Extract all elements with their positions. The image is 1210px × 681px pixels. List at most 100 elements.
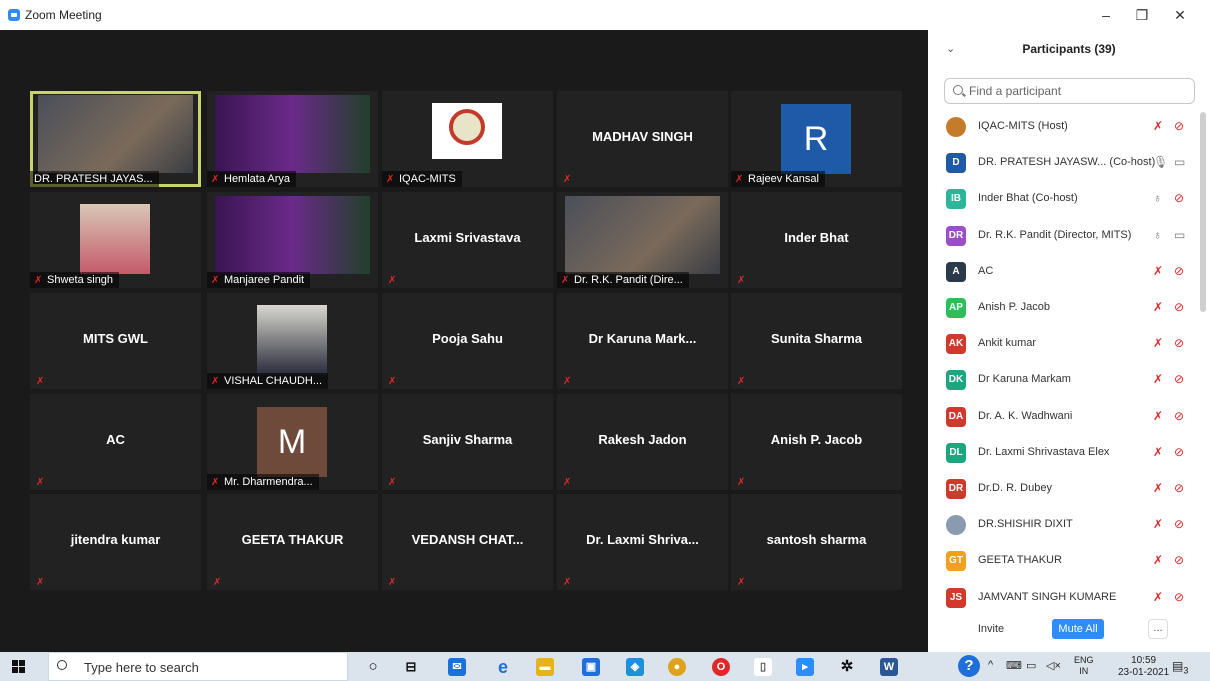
edge-browser-icon[interactable]: e	[494, 658, 512, 676]
mic-muted-icon[interactable]: ✗	[1153, 336, 1163, 350]
mic-muted-icon[interactable]: ✗	[1153, 553, 1163, 567]
participant-row[interactable]: IQAC-MITS (Host) ✗ ⊘	[928, 110, 1198, 146]
video-tile[interactable]: MADHAV SINGH ✗	[557, 91, 728, 187]
video-tile[interactable]: ✗ Dr. R.K. Pandit (Dire...	[557, 192, 728, 288]
mic-muted-icon[interactable]: ✗	[1153, 481, 1163, 495]
participant-name: DR. PRATESH JAYAS...	[34, 173, 153, 185]
video-tile[interactable]: Inder Bhat ✗	[731, 192, 902, 288]
language-indicator[interactable]: ENG IN	[1074, 655, 1094, 677]
video-tile[interactable]: ✗ VISHAL CHAUDH...	[207, 293, 378, 389]
mic-muted-icon[interactable]: ✗	[1153, 119, 1163, 133]
participant-row[interactable]: DR Dr. R.K. Pandit (Director, MITS) ♁ ▭	[928, 219, 1198, 255]
video-tile[interactable]: DR. PRATESH JAYAS...	[30, 91, 201, 187]
zoom-app-icon[interactable]: ▸	[796, 658, 814, 676]
participant-row[interactable]: DL Dr. Laxmi Shrivastava Elex ✗ ⊘	[928, 436, 1198, 472]
mic-muted-icon[interactable]: ✗	[1153, 517, 1163, 531]
restore-button[interactable]: ❐	[1128, 4, 1156, 26]
participant-row[interactable]: D DR. PRATESH JAYASW... (Co-host) 🎙 ▭	[928, 146, 1198, 182]
notification-center-icon[interactable]: ▤3	[1172, 659, 1188, 675]
video-tile[interactable]: Rakesh Jadon ✗	[557, 394, 728, 490]
video-tile[interactable]: Sanjiv Sharma ✗	[382, 394, 553, 490]
camera-off-icon[interactable]: ⊘	[1174, 264, 1184, 278]
mic-muted-icon[interactable]: ✗	[1153, 409, 1163, 423]
video-tile[interactable]: AC ✗	[30, 394, 201, 490]
video-tile[interactable]: Dr Karuna Mark... ✗	[557, 293, 728, 389]
mic-muted-icon[interactable]: ✗	[1153, 590, 1163, 604]
participant-search-input[interactable]: Find a participant	[944, 78, 1195, 104]
participant-row[interactable]: GT GEETA THAKUR ✗ ⊘	[928, 544, 1198, 580]
mute-all-button[interactable]: Mute All	[1052, 619, 1104, 639]
video-tile[interactable]: R ✗ Rajeev Kansal	[731, 91, 902, 187]
mic-icon[interactable]: ♁	[1153, 228, 1162, 242]
windows-start-icon[interactable]	[12, 660, 26, 674]
task-view-icon[interactable]: ⊟	[402, 658, 420, 676]
participant-row[interactable]: A AC ✗ ⊘	[928, 255, 1198, 291]
cortana-icon[interactable]: ○	[364, 658, 382, 676]
camera-off-icon[interactable]: ⊘	[1174, 191, 1184, 205]
video-tile[interactable]: santosh sharma ✗	[731, 494, 902, 590]
help-question-icon[interactable]: ?	[958, 655, 980, 677]
volume-icon[interactable]: ◁×	[1046, 659, 1061, 672]
camera-icon[interactable]: ▭	[1174, 228, 1185, 242]
video-tile[interactable]: M ✗ Mr. Dharmendra...	[207, 394, 378, 490]
taskbar-search-box[interactable]: Type here to search	[48, 652, 348, 681]
opera-icon[interactable]: O	[712, 658, 730, 676]
video-tile[interactable]: ✗ Shweta singh	[30, 192, 201, 288]
word-icon[interactable]: W	[880, 658, 898, 676]
video-tile[interactable]: ✗ IQAC-MITS	[382, 91, 553, 187]
mic-muted-icon[interactable]: ✗	[1153, 445, 1163, 459]
mic-muted-icon[interactable]: ✗	[1153, 300, 1163, 314]
document-icon[interactable]: ▯	[754, 658, 772, 676]
photos-icon[interactable]: ◈	[626, 658, 644, 676]
chevron-up-icon[interactable]: ^	[988, 659, 993, 671]
video-tile[interactable]: Pooja Sahu ✗	[382, 293, 553, 389]
participant-row[interactable]: DA Dr. A. K. Wadhwani ✗ ⊘	[928, 400, 1198, 436]
file-explorer-icon[interactable]: ▬	[536, 658, 554, 676]
minimize-button[interactable]: –	[1092, 4, 1120, 26]
participant-row[interactable]: DR Dr.D. R. Dubey ✗ ⊘	[928, 472, 1198, 508]
settings-gear-icon[interactable]: ✲	[838, 658, 856, 676]
camera-off-icon[interactable]: ⊘	[1174, 372, 1184, 386]
camera-off-icon[interactable]: ⊘	[1174, 517, 1184, 531]
camera-off-icon[interactable]: ⊘	[1174, 553, 1184, 567]
close-button[interactable]: ✕	[1166, 4, 1194, 26]
network-icon[interactable]: ▭	[1026, 659, 1036, 672]
store-icon[interactable]: ▣	[582, 658, 600, 676]
mic-muted-icon[interactable]: ✗	[1153, 372, 1163, 386]
video-tile[interactable]: Laxmi Srivastava ✗	[382, 192, 553, 288]
mic-icon[interactable]: ♁	[1153, 191, 1162, 205]
participant-row[interactable]: IB Inder Bhat (Co-host) ♁ ⊘	[928, 182, 1198, 218]
taskbar-clock[interactable]: 10:59 23-01-2021	[1118, 655, 1169, 679]
video-tile[interactable]: Anish P. Jacob ✗	[731, 394, 902, 490]
video-tile[interactable]: MITS GWL ✗	[30, 293, 201, 389]
video-tile[interactable]: jitendra kumar ✗	[30, 494, 201, 590]
participant-row[interactable]: AP Anish P. Jacob ✗ ⊘	[928, 291, 1198, 327]
camera-off-icon[interactable]: ⊘	[1174, 409, 1184, 423]
keyboard-icon[interactable]: ⌨	[1006, 659, 1022, 672]
mail-icon[interactable]: ✉	[448, 658, 466, 676]
more-options-button[interactable]: ...	[1148, 619, 1168, 639]
camera-off-icon[interactable]: ⊘	[1174, 300, 1184, 314]
invite-button[interactable]: Invite	[971, 619, 1011, 639]
camera-off-icon[interactable]: ⊘	[1174, 590, 1184, 604]
video-tile[interactable]: VEDANSH CHAT... ✗	[382, 494, 553, 590]
camera-off-icon[interactable]: ⊘	[1174, 336, 1184, 350]
video-tile[interactable]: Sunita Sharma ✗	[731, 293, 902, 389]
participants-panel: ⌄ Participants (39) Find a participant I…	[928, 30, 1210, 652]
participant-row[interactable]: DR.SHISHIR DIXIT ✗ ⊘	[928, 508, 1198, 544]
chrome-icon[interactable]: ●	[668, 658, 686, 676]
camera-icon[interactable]: ▭	[1174, 155, 1185, 169]
video-tile[interactable]: GEETA THAKUR ✗	[207, 494, 378, 590]
participant-row[interactable]: JS JAMVANT SINGH KUMARE ✗ ⊘	[928, 581, 1198, 617]
video-tile[interactable]: Dr. Laxmi Shriva... ✗	[557, 494, 728, 590]
video-tile[interactable]: ✗ Hemlata Arya	[207, 91, 378, 187]
participant-list-scrollbar[interactable]	[1200, 112, 1206, 312]
camera-off-icon[interactable]: ⊘	[1174, 119, 1184, 133]
participant-row[interactable]: DK Dr Karuna Markam ✗ ⊘	[928, 363, 1198, 399]
camera-off-icon[interactable]: ⊘	[1174, 481, 1184, 495]
video-tile[interactable]: ✗ Manjaree Pandit	[207, 192, 378, 288]
mic-muted-icon[interactable]: ✗	[1153, 264, 1163, 278]
camera-off-icon[interactable]: ⊘	[1174, 445, 1184, 459]
participant-row[interactable]: AK Ankit kumar ✗ ⊘	[928, 327, 1198, 363]
mic-icon[interactable]: 🎙	[1153, 155, 1168, 169]
